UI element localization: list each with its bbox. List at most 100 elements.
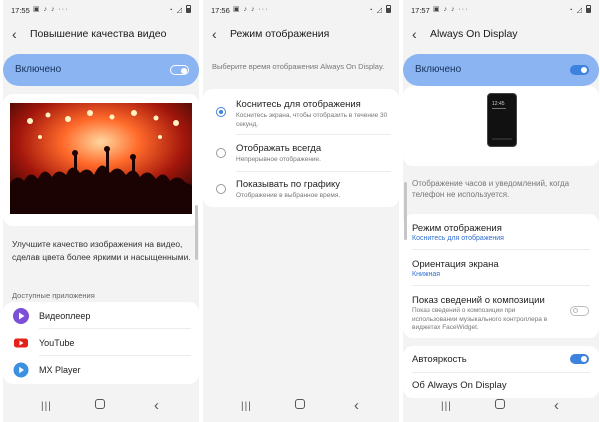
mode-hint: Выберите время отображения Always On Dis…	[212, 62, 385, 71]
battery-icon	[186, 5, 191, 13]
setting-auto-brightness[interactable]: Автояркость	[403, 346, 599, 373]
master-switch-bar[interactable]: Включено	[403, 54, 599, 86]
radio-option-tap-to-show[interactable]: Коснитесь для отображения Коснитесь экра…	[203, 89, 399, 135]
recent-apps-icon[interactable]: |||	[441, 401, 452, 412]
screen-always-on-display: 17:57 ▣ ♪ ♪ ··· ◔ ◿ ‹ Always On Display …	[403, 0, 599, 422]
list-item[interactable]: Видеоплеер	[3, 303, 199, 329]
setting-music-info[interactable]: Показ сведений о композиции Показ сведен…	[403, 286, 599, 338]
back-arrow-icon[interactable]: ‹	[212, 25, 217, 43]
battery-icon	[586, 5, 591, 13]
scrollbar[interactable]	[404, 182, 407, 240]
master-switch-bar[interactable]: Включено	[3, 54, 199, 86]
setting-value: Книжная	[412, 271, 441, 278]
battery-icon	[386, 5, 391, 13]
master-toggle[interactable]	[170, 65, 189, 75]
home-icon[interactable]	[495, 399, 505, 412]
notification-icons: ▣ ♪ ♪ ···	[233, 6, 269, 13]
preview-card	[3, 94, 199, 226]
page-title: Режим отображения	[230, 28, 330, 40]
feature-description: Улучшите качество изображения на видео, …	[12, 239, 191, 262]
concert-illustration	[10, 103, 192, 214]
back-arrow-icon[interactable]: ‹	[412, 25, 417, 43]
radio-unselected[interactable]	[216, 148, 226, 158]
setting-display-mode[interactable]: Режим отображения Коснитесь для отображе…	[403, 214, 599, 250]
back-icon[interactable]: ‹	[554, 397, 559, 414]
aod-description: Отображение часов и уведомлений, когда т…	[412, 179, 570, 199]
recent-apps-icon[interactable]: |||	[41, 401, 52, 412]
signal-icons: ◔ ◿	[568, 5, 591, 14]
radio-selected[interactable]	[216, 107, 226, 117]
status-bar: 17:56 ▣ ♪ ♪ ··· ◔ ◿	[203, 0, 399, 20]
back-arrow-icon[interactable]: ‹	[12, 25, 17, 43]
recent-apps-icon[interactable]: |||	[241, 401, 252, 412]
app-name: YouTube	[39, 338, 75, 348]
navigation-bar: ||| ‹	[403, 396, 599, 422]
notification-icons: ▣ ♪ ♪ ···	[433, 6, 469, 13]
notification-icons: ▣ ♪ ♪ ···	[33, 6, 69, 13]
scrollbar[interactable]	[195, 205, 198, 260]
option-title: Показывать по графику	[236, 179, 341, 190]
radio-unselected[interactable]	[216, 184, 226, 194]
list-item[interactable]: YouTube	[3, 330, 199, 356]
status-time: 17:56	[211, 6, 230, 15]
screens-collage: 17:55 ▣ ♪ ♪ ··· ◔ ◿ ‹ Повышение качества…	[0, 0, 600, 422]
option-subtitle: Непрерывное отображение.	[236, 156, 321, 163]
setting-orientation[interactable]: Ориентация экрана Книжная	[403, 250, 599, 286]
radio-option-schedule[interactable]: Показывать по графику Отображение в выбр…	[203, 172, 399, 207]
setting-title: Ориентация экрана	[412, 259, 499, 270]
option-subtitle: Коснитесь экрана, чтобы отобразить в теч…	[236, 112, 388, 128]
aod-settings-card: Режим отображения Коснитесь для отображе…	[403, 214, 599, 338]
setting-title: Показ сведений о композиции	[412, 295, 545, 306]
navigation-bar: ||| ‹	[203, 396, 399, 422]
mx-player-icon	[13, 362, 29, 378]
home-icon[interactable]	[295, 399, 305, 412]
option-title: Отображать всегда	[236, 143, 322, 154]
setting-about-aod[interactable]: Об Always On Display	[403, 373, 599, 398]
apps-card: Видеоплеер YouTube MX Player	[3, 302, 199, 384]
setting-title: Об Always On Display	[412, 380, 507, 391]
app-bar: ‹ Повышение качества видео	[3, 24, 199, 46]
screen-display-mode: 17:56 ▣ ♪ ♪ ··· ◔ ◿ ‹ Режим отображения …	[203, 0, 399, 422]
wifi-signal-icon: ◔ ◿	[568, 7, 584, 14]
section-header: Доступные приложения	[12, 291, 95, 300]
phone-preview-image: 12:45	[487, 93, 517, 147]
status-bar: 17:57 ▣ ♪ ♪ ··· ◔ ◿	[403, 0, 599, 20]
radio-option-always[interactable]: Отображать всегда Непрерывное отображени…	[203, 135, 399, 172]
option-title: Коснитесь для отображения	[236, 99, 361, 110]
signal-icons: ◔ ◿	[168, 5, 191, 14]
wifi-signal-icon: ◔ ◿	[368, 7, 384, 14]
auto-brightness-toggle[interactable]	[570, 354, 589, 364]
navigation-bar: ||| ‹	[3, 396, 199, 422]
aod-extra-card: Автояркость Об Always On Display	[403, 346, 599, 398]
music-info-toggle[interactable]	[570, 306, 589, 316]
concert-preview-image	[10, 103, 192, 214]
status-time: 17:57	[411, 6, 430, 15]
master-switch-label: Включено	[415, 64, 462, 75]
screen-video-enhancer: 17:55 ▣ ♪ ♪ ··· ◔ ◿ ‹ Повышение качества…	[3, 0, 199, 422]
option-subtitle: Отображение в выбранное время.	[236, 192, 341, 199]
status-time: 17:55	[11, 6, 30, 15]
master-toggle[interactable]	[570, 65, 589, 75]
mode-options-card: Коснитесь для отображения Коснитесь экра…	[203, 89, 399, 207]
list-item[interactable]: MX Player	[3, 357, 199, 383]
video-player-icon	[13, 308, 29, 324]
signal-icons: ◔ ◿	[368, 5, 391, 14]
back-icon[interactable]: ‹	[354, 397, 359, 414]
youtube-icon	[13, 335, 29, 351]
master-switch-label: Включено	[15, 64, 62, 75]
home-icon[interactable]	[95, 399, 105, 412]
app-name: Видеоплеер	[39, 311, 91, 321]
aod-preview-card: 12:45	[403, 86, 599, 166]
app-name: MX Player	[39, 365, 81, 375]
page-title: Always On Display	[430, 28, 518, 40]
setting-subtitle: Показ сведений о композиции при использо…	[412, 307, 548, 331]
wifi-signal-icon: ◔ ◿	[168, 7, 184, 14]
back-icon[interactable]: ‹	[154, 397, 159, 414]
app-bar: ‹ Режим отображения	[203, 24, 399, 46]
setting-value: Коснитесь для отображения	[412, 235, 504, 242]
status-bar: 17:55 ▣ ♪ ♪ ··· ◔ ◿	[3, 0, 199, 20]
setting-title: Режим отображения	[412, 223, 502, 234]
preview-clock: 12:45	[492, 101, 505, 107]
page-title: Повышение качества видео	[30, 28, 167, 40]
app-bar: ‹ Always On Display	[403, 24, 599, 46]
